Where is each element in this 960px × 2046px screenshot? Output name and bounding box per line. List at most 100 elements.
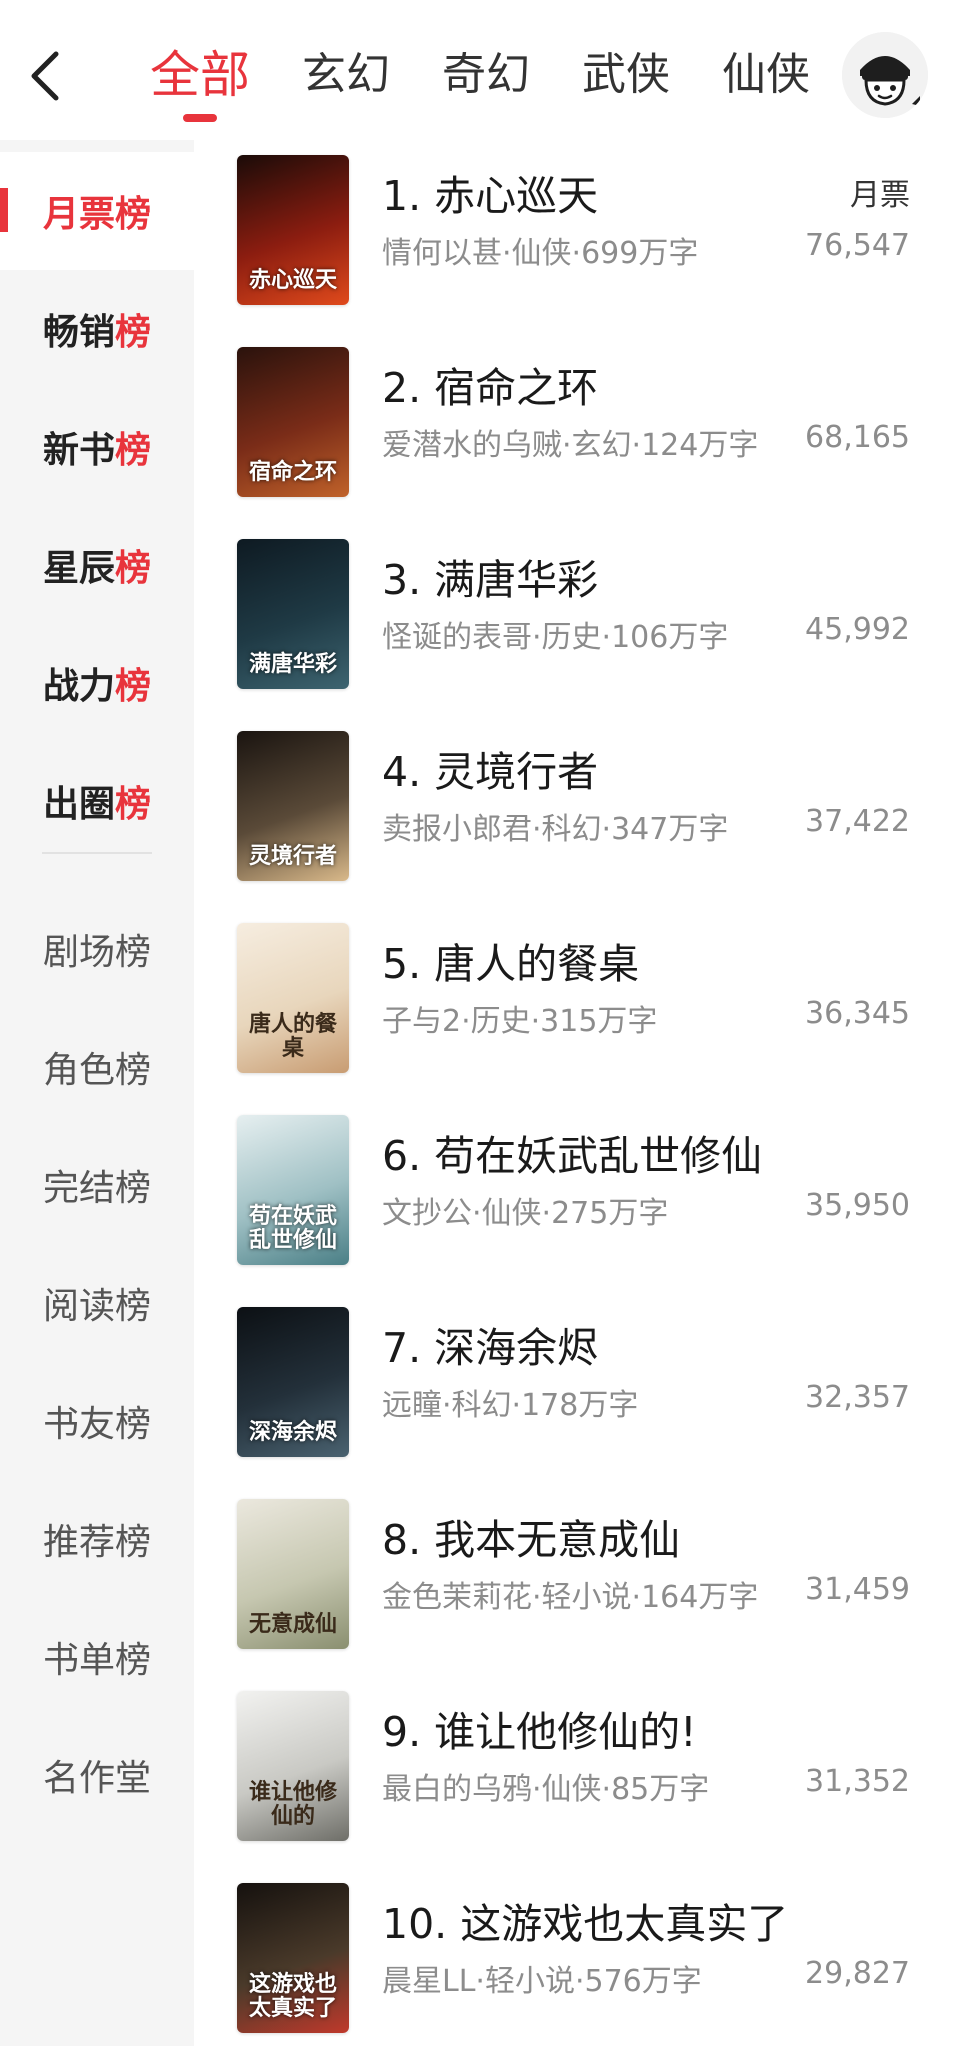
category-tabs: 全部 玄幻 奇幻 武侠 仙侠	[150, 40, 810, 122]
tab-xianxia[interactable]: 仙侠	[722, 40, 810, 110]
book-meta: 卖报小郎君·科幻·347万字	[382, 812, 729, 847]
sidebar-item-suffix: 榜	[115, 784, 152, 825]
book-row[interactable]: 苟在妖武乱世修仙 6. 苟在妖武乱世修仙文抄公·仙侠·275万字 35,950	[194, 1108, 960, 1265]
sidebar-item-reading[interactable]: 阅读榜	[0, 1244, 194, 1362]
book-title[interactable]: 8. 我本无意成仙	[382, 1506, 680, 1566]
sidebar-item-finished[interactable]: 完结榜	[0, 1126, 194, 1244]
book-title[interactable]: 4. 灵境行者	[382, 738, 598, 798]
sidebar-item-label: 剧场榜	[42, 932, 151, 973]
tab-qihuan[interactable]: 奇幻	[442, 40, 530, 110]
book-cover-title: 灵境行者	[248, 844, 337, 869]
book-row[interactable]: 深海余烬 7. 深海余烬远瞳·科幻·178万字 32,357	[194, 1300, 960, 1457]
sidebar-item-suffix: 榜	[115, 666, 152, 707]
book-vote-count: 31,352	[805, 1764, 910, 1799]
book-cover-title: 宿命之环	[248, 460, 337, 485]
sidebar-item-label: 书单榜	[42, 1640, 151, 1681]
sidebar-item-label: 战力	[42, 666, 115, 707]
tab-xuanhuan[interactable]: 玄幻	[302, 40, 390, 110]
book-title[interactable]: 5. 唐人的餐桌	[382, 930, 639, 990]
sidebar-item-masterpiece[interactable]: 名作堂	[0, 1716, 194, 1834]
book-row[interactable]: 唐人的餐桌 5. 唐人的餐桌子与2·历史·315万字 36,345	[194, 916, 960, 1073]
book-title[interactable]: 7. 深海余烬	[382, 1314, 598, 1374]
book-meta: 子与2·历史·315万字	[382, 1004, 658, 1039]
sidebar-item-label: 书友榜	[42, 1404, 151, 1445]
ranking-sidebar: 月票榜 畅销榜新书榜星辰榜战力榜出圈榜剧场榜 角色榜 完结榜 阅读榜 书友榜 推荐榜 书单榜名…	[0, 140, 194, 2046]
sidebar-item-label: 阅读榜	[42, 1286, 151, 1327]
book-cover-image[interactable]: 宿命之环	[237, 347, 349, 497]
book-title[interactable]: 6. 苟在妖武乱世修仙	[382, 1122, 762, 1182]
book-row[interactable]: 这游戏也太真实了 10. 这游戏也太真实了晨星LL·轻小说·576万字 29,827	[194, 1876, 960, 2033]
book-vote-count: 31,459	[805, 1572, 910, 1607]
book-row[interactable]: 满唐华彩 3. 满唐华彩怪诞的表哥·历史·106万字 45,992	[194, 532, 960, 689]
book-meta: 金色茉莉花·轻小说·164万字	[382, 1580, 759, 1615]
book-title[interactable]: 10. 这游戏也太真实了	[382, 1890, 788, 1950]
sidebar-item-star[interactable]: 星辰榜	[0, 506, 194, 624]
book-title[interactable]: 9. 谁让他修仙的!	[382, 1698, 697, 1758]
book-meta: 怪诞的表哥·历史·106万字	[382, 620, 729, 655]
book-cover-image[interactable]: 满唐华彩	[237, 539, 349, 689]
sidebar-item-suffix: 榜	[115, 312, 152, 353]
sidebar-item-label: 推荐榜	[42, 1522, 151, 1563]
book-vote-count: 45,992	[805, 612, 910, 647]
book-cover-image[interactable]: 无意成仙	[237, 1499, 349, 1649]
book-cover-image[interactable]: 谁让他修仙的	[237, 1691, 349, 1841]
sidebar-item-theater[interactable]: 剧场榜	[0, 890, 194, 1008]
book-vote-count: 36,345	[805, 996, 910, 1031]
sidebar-item-label: 完结榜	[42, 1168, 151, 1209]
book-cover-image[interactable]: 这游戏也太真实了	[237, 1883, 349, 2033]
tab-all[interactable]: 全部	[150, 40, 250, 122]
book-row[interactable]: 宿命之环 2. 宿命之环爱潜水的乌贼·玄幻·124万字 68,165	[194, 340, 960, 497]
sidebar-item-breakout[interactable]: 出圈榜	[0, 742, 194, 860]
sidebar-item-booklist[interactable]: 书单榜	[0, 1598, 194, 1716]
book-cover-title: 这游戏也太真实了	[248, 1972, 337, 2021]
sidebar-item-label: 角色榜	[42, 1050, 151, 1091]
sidebar-item-label: 星辰	[42, 548, 115, 589]
book-vote-count: 76,547	[805, 228, 910, 263]
book-vote-count: 35,950	[805, 1188, 910, 1223]
book-title[interactable]: 2. 宿命之环	[382, 354, 598, 414]
book-meta: 晨星LL·轻小说·576万字	[382, 1964, 702, 1999]
sidebar-item-label: 名作堂	[42, 1758, 151, 1799]
book-vote-count: 68,165	[805, 420, 910, 455]
tab-wuxia[interactable]: 武侠	[582, 40, 670, 110]
sidebar-item-power[interactable]: 战力榜	[0, 624, 194, 742]
book-cover-image[interactable]: 深海余烬	[237, 1307, 349, 1457]
book-cover-title: 无意成仙	[248, 1612, 337, 1637]
sidebar-item-new-book[interactable]: 新书榜	[0, 388, 194, 506]
sidebar-item-monthly-ticket[interactable]: 月票榜	[0, 152, 194, 270]
book-cover-image[interactable]: 苟在妖武乱世修仙	[237, 1115, 349, 1265]
book-cover-title: 谁让他修仙的	[248, 1780, 337, 1829]
sidebar-item-suffix: 榜	[115, 548, 152, 589]
book-row[interactable]: 灵境行者 4. 灵境行者卖报小郎君·科幻·347万字 37,422	[194, 724, 960, 881]
book-cover-image[interactable]: 唐人的餐桌	[237, 923, 349, 1073]
book-cover-title: 苟在妖武乱世修仙	[248, 1204, 337, 1253]
user-avatar-icon[interactable]	[842, 32, 928, 118]
book-vote-count: 29,827	[805, 1956, 910, 1991]
book-title[interactable]: 3. 满唐华彩	[382, 546, 598, 606]
book-cover-image[interactable]: 赤心巡天	[237, 155, 349, 305]
sidebar-item-recommend[interactable]: 推荐榜	[0, 1480, 194, 1598]
book-meta: 文抄公·仙侠·275万字	[382, 1196, 669, 1231]
sidebar-item-reader[interactable]: 书友榜	[0, 1362, 194, 1480]
book-row[interactable]: 谁让他修仙的 9. 谁让他修仙的! 最白的乌鸦·仙侠·85万字 31,352	[194, 1684, 960, 1841]
sidebar-item-label: 出圈	[42, 784, 115, 825]
book-meta: 远瞳·科幻·178万字	[382, 1388, 639, 1423]
book-cover-title: 赤心巡天	[248, 268, 337, 293]
sidebar-item-character[interactable]: 角色榜	[0, 1008, 194, 1126]
book-row[interactable]: 赤心巡天 1. 赤心巡天情何以甚·仙侠·699万字 76,547	[194, 148, 960, 305]
book-meta: 最白的乌鸦·仙侠·85万字	[382, 1772, 710, 1807]
book-cover-image[interactable]: 灵境行者	[237, 731, 349, 881]
sidebar-item-label: 畅销	[42, 312, 115, 353]
book-vote-count: 32,357	[805, 1380, 910, 1415]
sidebar-item-bestseller[interactable]: 畅销榜	[0, 270, 194, 388]
book-meta: 情何以甚·仙侠·699万字	[382, 236, 699, 271]
book-cover-title: 深海余烬	[248, 1420, 337, 1445]
book-vote-count: 37,422	[805, 804, 910, 839]
book-cover-title: 唐人的餐桌	[248, 1012, 337, 1061]
book-title[interactable]: 1. 赤心巡天	[382, 162, 598, 222]
top-bar: 全部 玄幻 奇幻 武侠 仙侠	[0, 0, 960, 140]
sidebar-item-label: 新书	[42, 430, 115, 471]
book-row[interactable]: 无意成仙 8. 我本无意成仙金色茉莉花·轻小说·164万字 31,459	[194, 1492, 960, 1649]
back-arrow-icon[interactable]	[22, 46, 70, 106]
book-meta: 爱潜水的乌贼·玄幻·124万字	[382, 428, 759, 463]
